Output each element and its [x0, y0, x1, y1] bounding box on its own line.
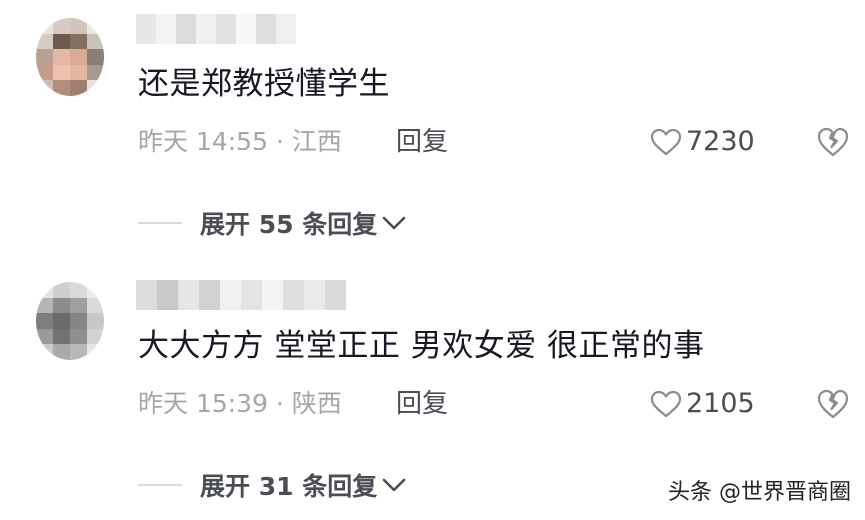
- like-count: 2105: [686, 388, 755, 419]
- comment-meta: 昨天 15:39 · 陕西 回复 2105: [138, 384, 865, 424]
- expand-replies-button[interactable]: 展开 55 条回复: [138, 203, 538, 243]
- expand-replies-label: 展开 31 条回复: [200, 472, 378, 501]
- reply-button[interactable]: 回复: [396, 122, 448, 162]
- reply-button[interactable]: 回复: [396, 384, 448, 424]
- like-button[interactable]: 2105: [650, 384, 755, 424]
- comment-meta: 昨天 14:55 · 江西 回复 7230: [138, 122, 865, 162]
- heart-outline-icon: [650, 390, 682, 418]
- avatar[interactable]: [36, 18, 104, 96]
- like-button[interactable]: 7230: [650, 122, 755, 162]
- comment-text: 还是郑教授懂学生: [138, 66, 390, 102]
- avatar[interactable]: [36, 282, 104, 360]
- username-blurred[interactable]: [136, 14, 296, 44]
- comment-text: 大大方方 堂堂正正 男欢女爱 很正常的事: [138, 328, 705, 364]
- username-blurred[interactable]: [136, 280, 346, 310]
- chevron-down-icon: [382, 478, 406, 492]
- broken-heart-icon[interactable]: [816, 388, 850, 420]
- expand-replies-label: 展开 55 条回复: [200, 210, 378, 239]
- broken-heart-icon[interactable]: [816, 126, 850, 158]
- comment-time-location: 昨天 14:55 · 江西: [138, 127, 342, 156]
- comment-time-location: 昨天 15:39 · 陕西: [138, 389, 342, 418]
- divider-line: [138, 222, 182, 224]
- divider-line: [138, 484, 182, 486]
- heart-outline-icon: [650, 128, 682, 156]
- chevron-down-icon: [382, 216, 406, 230]
- expand-replies-button[interactable]: 展开 31 条回复: [138, 465, 538, 505]
- watermark: 头条 @世界晋商圈: [668, 480, 851, 505]
- like-count: 7230: [686, 126, 755, 157]
